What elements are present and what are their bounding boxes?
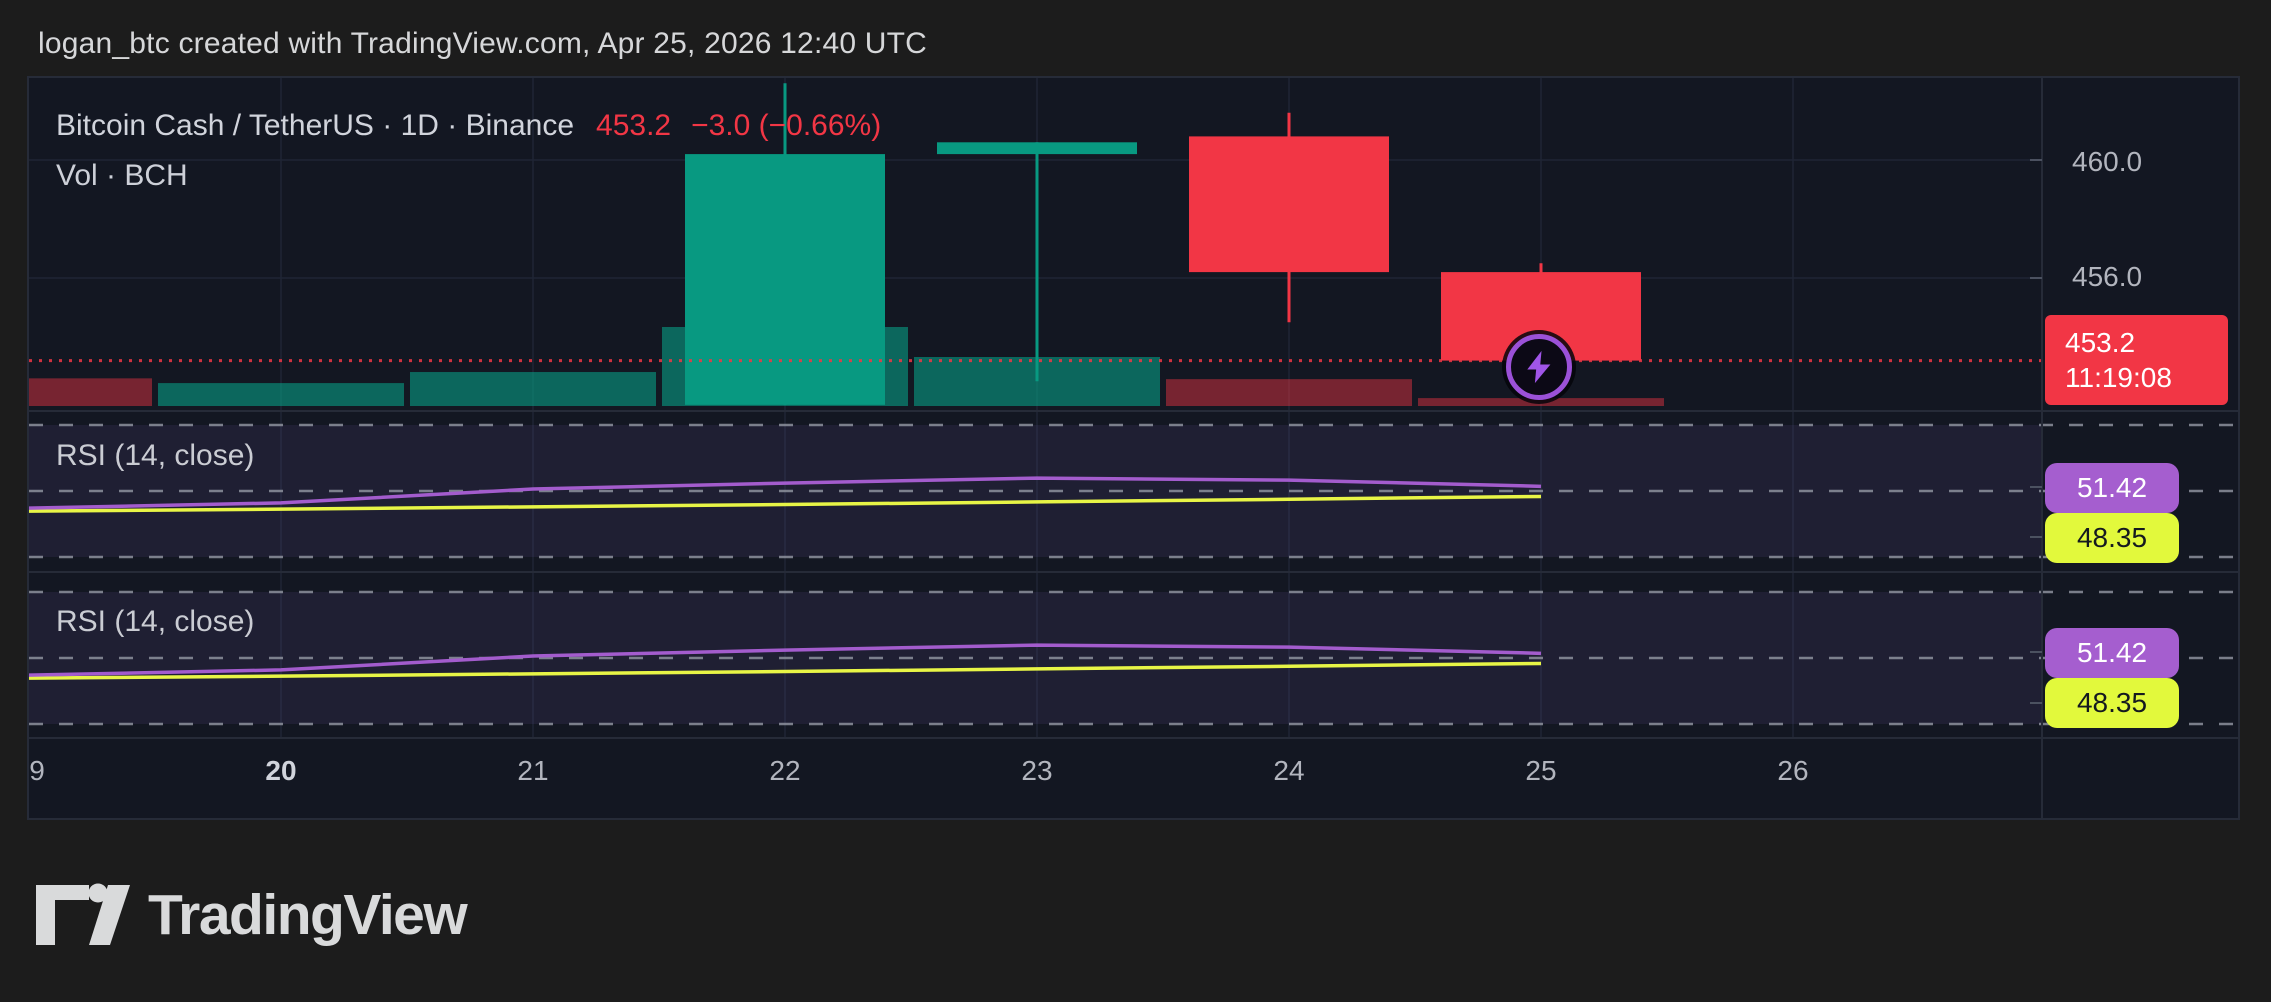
rsi1-value-badge: 51.42: [2045, 463, 2179, 513]
volume-legend[interactable]: Vol · BCH: [56, 159, 188, 193]
last-price-badge-time: 11:19:08: [2065, 361, 2172, 393]
time-axis-label: 9: [29, 755, 45, 786]
candle-body: [1189, 136, 1389, 273]
page-title: logan_btc created with TradingView.com, …: [38, 27, 928, 60]
volume-bar: [158, 383, 404, 406]
chart-card: Bitcoin Cash / TetherUS · 1D · Binance 45…: [29, 78, 2238, 818]
time-axis-label: 26: [1777, 755, 1809, 786]
price-axis-label-460: 460.0: [2072, 146, 2143, 177]
time-axis-label: 22: [769, 755, 801, 786]
tradingview-logo[interactable]: TradingView: [36, 882, 468, 948]
tradingview-wordmark: TradingView: [148, 883, 468, 947]
time-axis-label: 20: [265, 755, 297, 786]
legend-change: −3.0 (−0.66%): [691, 109, 882, 142]
price-axis-label-456: 456.0: [2072, 261, 2143, 292]
time-axis-label: 21: [517, 755, 549, 786]
symbol-title[interactable]: Bitcoin Cash / TetherUS · 1D · Binance: [56, 109, 574, 142]
lightning-bolt-icon[interactable]: [1506, 334, 1572, 400]
chart-plot-canvas[interactable]: [29, 78, 2238, 818]
legend-last-price: 453.2: [596, 109, 672, 142]
rsi2-ma-badge: 48.35: [2045, 678, 2179, 728]
rsi1-ma-badge: 48.35: [2045, 513, 2179, 563]
time-axis-label: 23: [1021, 755, 1053, 786]
symbol-legend[interactable]: Bitcoin Cash / TetherUS · 1D · Binance 45…: [56, 109, 881, 143]
candle-body: [937, 142, 1137, 155]
rsi1-label[interactable]: RSI (14, close): [56, 439, 254, 473]
volume-bar: [410, 372, 656, 406]
rsi2-value-badge: 51.42: [2045, 628, 2179, 678]
last-price-badge: 453.2 11:19:08: [2045, 315, 2228, 405]
time-axis-label: 25: [1525, 755, 1557, 786]
tradingview-logo-mark: [36, 883, 130, 945]
time-axis-label: 24: [1273, 755, 1305, 786]
volume-bar: [29, 378, 152, 406]
volume-bar: [1166, 379, 1412, 406]
last-price-badge-value: 453.2: [2065, 326, 2136, 358]
lightning-bolt-glyph: [1527, 350, 1551, 384]
candle-body: [685, 154, 885, 405]
rsi2-label[interactable]: RSI (14, close): [56, 605, 254, 639]
